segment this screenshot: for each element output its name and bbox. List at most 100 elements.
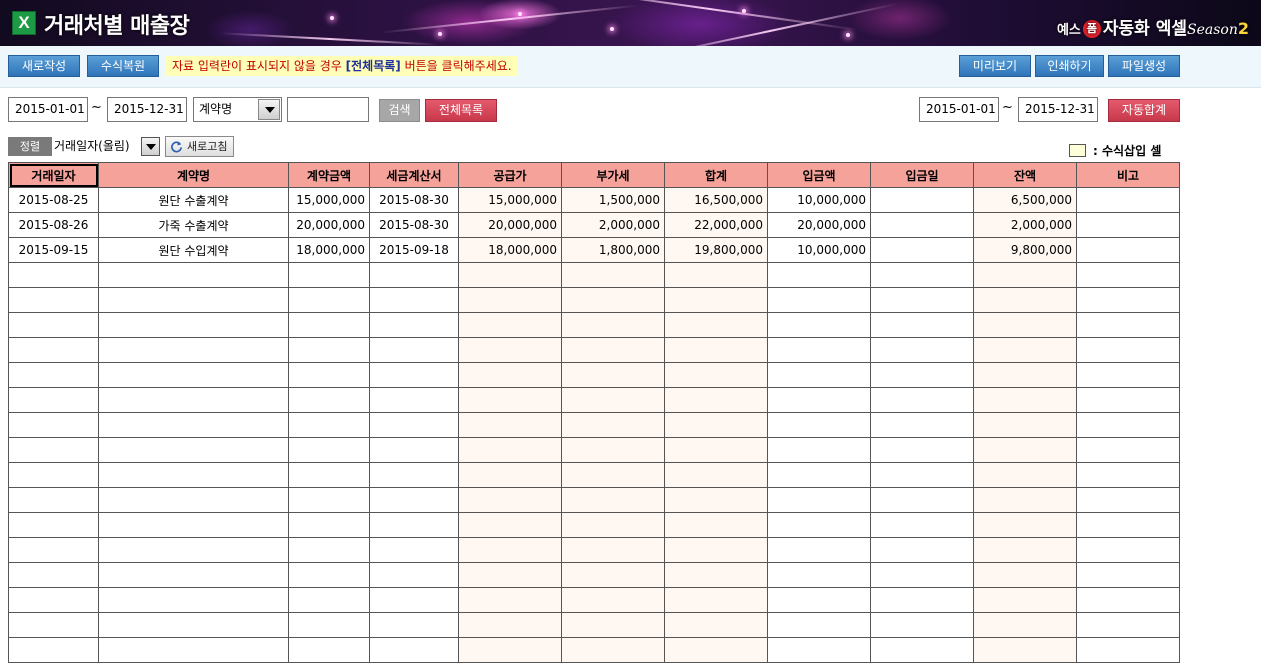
table-cell[interactable] (561, 412, 665, 438)
table-cell[interactable] (664, 262, 768, 288)
table-cell[interactable] (458, 462, 562, 488)
table-cell[interactable] (8, 262, 99, 288)
table-cell[interactable] (870, 637, 974, 663)
table-cell[interactable]: 2015-08-30 (369, 187, 459, 213)
table-cell[interactable] (1076, 262, 1180, 288)
table-cell[interactable] (288, 612, 370, 638)
print-button[interactable]: 인쇄하기 (1035, 55, 1104, 77)
table-cell[interactable] (1076, 462, 1180, 488)
table-cell[interactable] (458, 337, 562, 363)
table-cell[interactable] (561, 437, 665, 463)
table-cell[interactable] (767, 612, 871, 638)
table-cell[interactable] (98, 412, 289, 438)
table-cell[interactable] (870, 587, 974, 613)
table-cell[interactable]: 15,000,000 (288, 187, 370, 213)
table-cell[interactable]: 19,800,000 (664, 237, 768, 263)
table-cell[interactable] (767, 537, 871, 563)
search-input[interactable] (287, 97, 369, 122)
table-cell[interactable] (369, 462, 459, 488)
table-cell[interactable] (288, 337, 370, 363)
table-cell[interactable] (767, 337, 871, 363)
table-cell[interactable] (561, 637, 665, 663)
column-header-total[interactable]: 합계 (664, 162, 768, 188)
table-cell[interactable] (870, 537, 974, 563)
table-cell[interactable] (369, 562, 459, 588)
table-cell[interactable] (288, 262, 370, 288)
table-cell[interactable] (288, 637, 370, 663)
table-cell[interactable] (561, 562, 665, 588)
table-cell[interactable] (973, 462, 1077, 488)
table-cell[interactable] (561, 512, 665, 538)
table-cell[interactable] (767, 562, 871, 588)
table-cell[interactable] (561, 487, 665, 513)
create-file-button[interactable]: 파일생성 (1108, 55, 1180, 77)
table-cell[interactable] (288, 362, 370, 388)
table-cell[interactable] (973, 587, 1077, 613)
table-cell[interactable] (1076, 187, 1180, 213)
search-field-select[interactable]: 계약명 (193, 97, 282, 122)
table-cell[interactable] (870, 262, 974, 288)
table-cell[interactable]: 2015-08-25 (8, 187, 99, 213)
table-cell[interactable] (98, 312, 289, 338)
table-cell[interactable] (8, 612, 99, 638)
table-cell[interactable] (8, 312, 99, 338)
table-cell[interactable] (369, 337, 459, 363)
table-cell[interactable] (870, 512, 974, 538)
table-cell[interactable] (561, 337, 665, 363)
search-button[interactable]: 검색 (379, 99, 420, 122)
table-cell[interactable] (664, 637, 768, 663)
table-cell[interactable] (1076, 362, 1180, 388)
table-cell[interactable] (458, 562, 562, 588)
date-to-input[interactable]: 2015-12-31 (107, 97, 187, 122)
table-cell[interactable] (1076, 437, 1180, 463)
table-cell[interactable] (458, 637, 562, 663)
table-cell[interactable] (561, 287, 665, 313)
table-cell[interactable] (870, 362, 974, 388)
table-cell[interactable] (98, 587, 289, 613)
table-cell[interactable] (973, 262, 1077, 288)
table-cell[interactable] (8, 487, 99, 513)
table-cell[interactable] (98, 512, 289, 538)
table-cell[interactable] (973, 412, 1077, 438)
table-cell[interactable] (561, 462, 665, 488)
table-cell[interactable] (1076, 237, 1180, 263)
table-cell[interactable] (870, 312, 974, 338)
column-header-trade-date[interactable]: 거래일자 (8, 162, 99, 188)
table-cell[interactable] (767, 512, 871, 538)
table-cell[interactable] (973, 387, 1077, 413)
restore-formula-button[interactable]: 수식복원 (87, 55, 159, 77)
table-cell[interactable] (98, 287, 289, 313)
dropdown-button[interactable] (258, 99, 280, 120)
table-cell[interactable] (664, 337, 768, 363)
table-cell[interactable]: 15,000,000 (458, 187, 562, 213)
table-cell[interactable] (561, 362, 665, 388)
table-cell[interactable] (288, 587, 370, 613)
column-header-deposit-date[interactable]: 입금일 (870, 162, 974, 188)
table-cell[interactable]: 20,000,000 (288, 212, 370, 238)
table-cell[interactable] (98, 262, 289, 288)
table-cell[interactable] (369, 412, 459, 438)
table-cell[interactable]: 2015-09-18 (369, 237, 459, 263)
table-cell[interactable] (458, 312, 562, 338)
table-cell[interactable] (8, 637, 99, 663)
column-header-balance[interactable]: 잔액 (973, 162, 1077, 188)
table-cell[interactable] (369, 437, 459, 463)
column-header-tax-invoice[interactable]: 세금계산서 (369, 162, 459, 188)
column-header-contract-name[interactable]: 계약명 (98, 162, 289, 188)
table-cell[interactable] (1076, 562, 1180, 588)
table-cell[interactable] (458, 612, 562, 638)
table-cell[interactable] (664, 362, 768, 388)
table-cell[interactable] (870, 562, 974, 588)
table-cell[interactable] (8, 537, 99, 563)
table-cell[interactable] (973, 437, 1077, 463)
table-cell[interactable] (767, 412, 871, 438)
table-cell[interactable] (767, 462, 871, 488)
date-from-input[interactable]: 2015-01-01 (8, 97, 88, 122)
table-cell[interactable] (458, 512, 562, 538)
table-cell[interactable] (458, 412, 562, 438)
sum-date-from-input[interactable]: 2015-01-01 (919, 97, 999, 122)
table-cell[interactable]: 1,500,000 (561, 187, 665, 213)
table-cell[interactable] (98, 387, 289, 413)
table-cell[interactable] (288, 412, 370, 438)
column-header-supply-price[interactable]: 공급가 (458, 162, 562, 188)
